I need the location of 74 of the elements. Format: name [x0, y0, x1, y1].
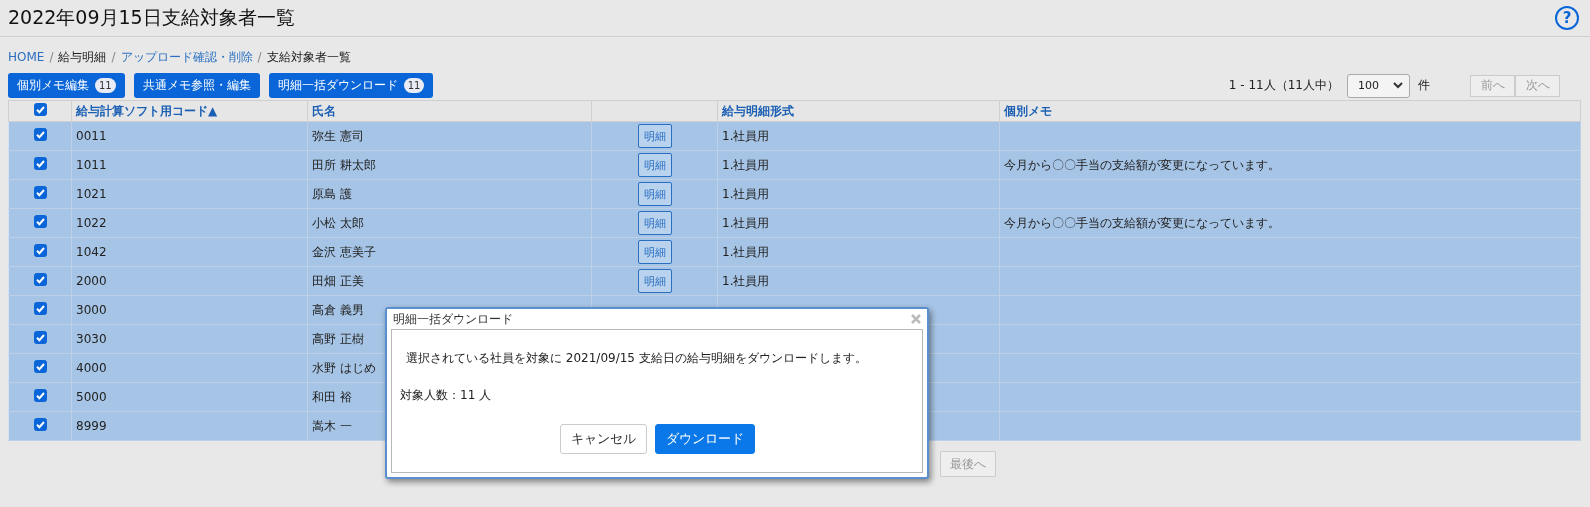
detail-button[interactable]: 明細 [637, 211, 672, 235]
checkbox[interactable] [33, 103, 47, 116]
chevron-down-icon [1393, 82, 1403, 89]
toolbar-button[interactable]: 明細一括ダウンロード 11 [268, 73, 434, 98]
unit-label: 件 [1418, 77, 1430, 94]
table-cell: 1.社員用 [722, 244, 770, 259]
table-cell: 5000 [76, 390, 107, 404]
table-cell: 高野 正樹 [312, 331, 364, 346]
breadcrumb-item: 支給対象者一覧 [266, 48, 351, 66]
checkbox[interactable] [33, 215, 47, 228]
table-cell: 田所 耕太郎 [312, 157, 376, 172]
table-cell: 1021 [76, 187, 107, 201]
count-badge: 11 [95, 78, 116, 93]
detail-button[interactable]: 明細 [637, 269, 672, 293]
table-cell: 1.社員用 [722, 128, 770, 143]
checkbox[interactable] [33, 157, 47, 170]
table-cell: 嵩木 一 [312, 418, 352, 433]
breadcrumb-separator: / [257, 50, 262, 64]
table-cell: 1022 [76, 216, 107, 230]
checkbox[interactable] [33, 331, 47, 344]
cancel-button[interactable]: キャンセル [559, 424, 647, 454]
table-cell: 4000 [76, 361, 107, 375]
table-cell: 田畑 正美 [312, 273, 364, 288]
table-cell: 小松 太郎 [312, 215, 364, 230]
breadcrumb-separator: / [111, 50, 116, 64]
detail-button[interactable]: 明細 [637, 153, 672, 177]
detail-button[interactable]: 明細 [637, 240, 672, 264]
toolbar-button[interactable]: 個別メモ編集 11 [8, 73, 125, 98]
checkbox[interactable] [33, 186, 47, 199]
table-cell: 1042 [76, 245, 107, 259]
help-icon[interactable]: ? [1555, 6, 1579, 30]
dialog-message: 選択されている社員を対象に 2021/09/15 支給日の給与明細をダウンロードします。 [405, 350, 868, 367]
breadcrumb-separator: / [49, 50, 54, 64]
detail-button[interactable]: 明細 [637, 182, 672, 206]
table-cell: 和田 裕 [312, 389, 352, 404]
breadcrumb-item: 給与明細 [58, 48, 107, 66]
table-cell: 1.社員用 [722, 273, 770, 288]
table-cell: 原島 護 [312, 186, 352, 201]
table-cell: 水野 はじめ [312, 360, 376, 375]
checkbox[interactable] [33, 273, 47, 286]
column-header[interactable]: 給与明細形式 [722, 103, 794, 118]
dialog-title: 明細一括ダウンロード [393, 310, 513, 328]
page-size-select[interactable]: 100 [1347, 73, 1410, 98]
table-cell: 今月から〇〇手当の支給額が変更になっています。 [1004, 215, 1280, 230]
checkbox[interactable] [33, 244, 47, 257]
paging-summary: 1 - 11人（11人中） [1228, 77, 1339, 94]
column-header[interactable]: 氏名 [312, 103, 336, 118]
target-count: 対象人数：11 人 [400, 387, 493, 404]
table-cell: 金沢 恵美子 [312, 244, 376, 259]
column-header[interactable]: 個別メモ [1004, 103, 1052, 118]
table-cell: 高倉 義男 [312, 302, 364, 317]
detail-button[interactable]: 明細 [637, 124, 672, 148]
checkbox[interactable] [33, 128, 47, 141]
toolbar-button[interactable]: 共通メモ参照・編集 [133, 73, 260, 98]
checkbox[interactable] [33, 302, 47, 315]
count-badge: 11 [403, 78, 425, 93]
checkbox[interactable] [33, 418, 47, 431]
table-cell: 1011 [76, 158, 107, 172]
table-cell: 8999 [76, 419, 107, 433]
table-cell: 0011 [76, 129, 107, 143]
table-cell: 今月から〇〇手当の支給額が変更になっています。 [1004, 157, 1280, 172]
breadcrumb-link[interactable]: アップロード確認・削除 [120, 48, 253, 66]
table-cell: 3000 [76, 303, 107, 317]
table-cell: 2000 [76, 274, 107, 288]
checkbox[interactable] [33, 389, 47, 402]
breadcrumb-link[interactable]: HOME [8, 50, 45, 64]
table-cell: 1.社員用 [722, 186, 770, 201]
table-cell: 1.社員用 [722, 215, 770, 230]
checkbox[interactable] [33, 360, 47, 373]
table-cell: 3030 [76, 332, 107, 346]
page-title: 2022年09月15日支給対象者一覧 [8, 5, 295, 30]
table-cell: 1.社員用 [722, 157, 770, 172]
download-button[interactable]: ダウンロード [654, 424, 755, 454]
table-cell: 弥生 憲司 [312, 128, 364, 143]
